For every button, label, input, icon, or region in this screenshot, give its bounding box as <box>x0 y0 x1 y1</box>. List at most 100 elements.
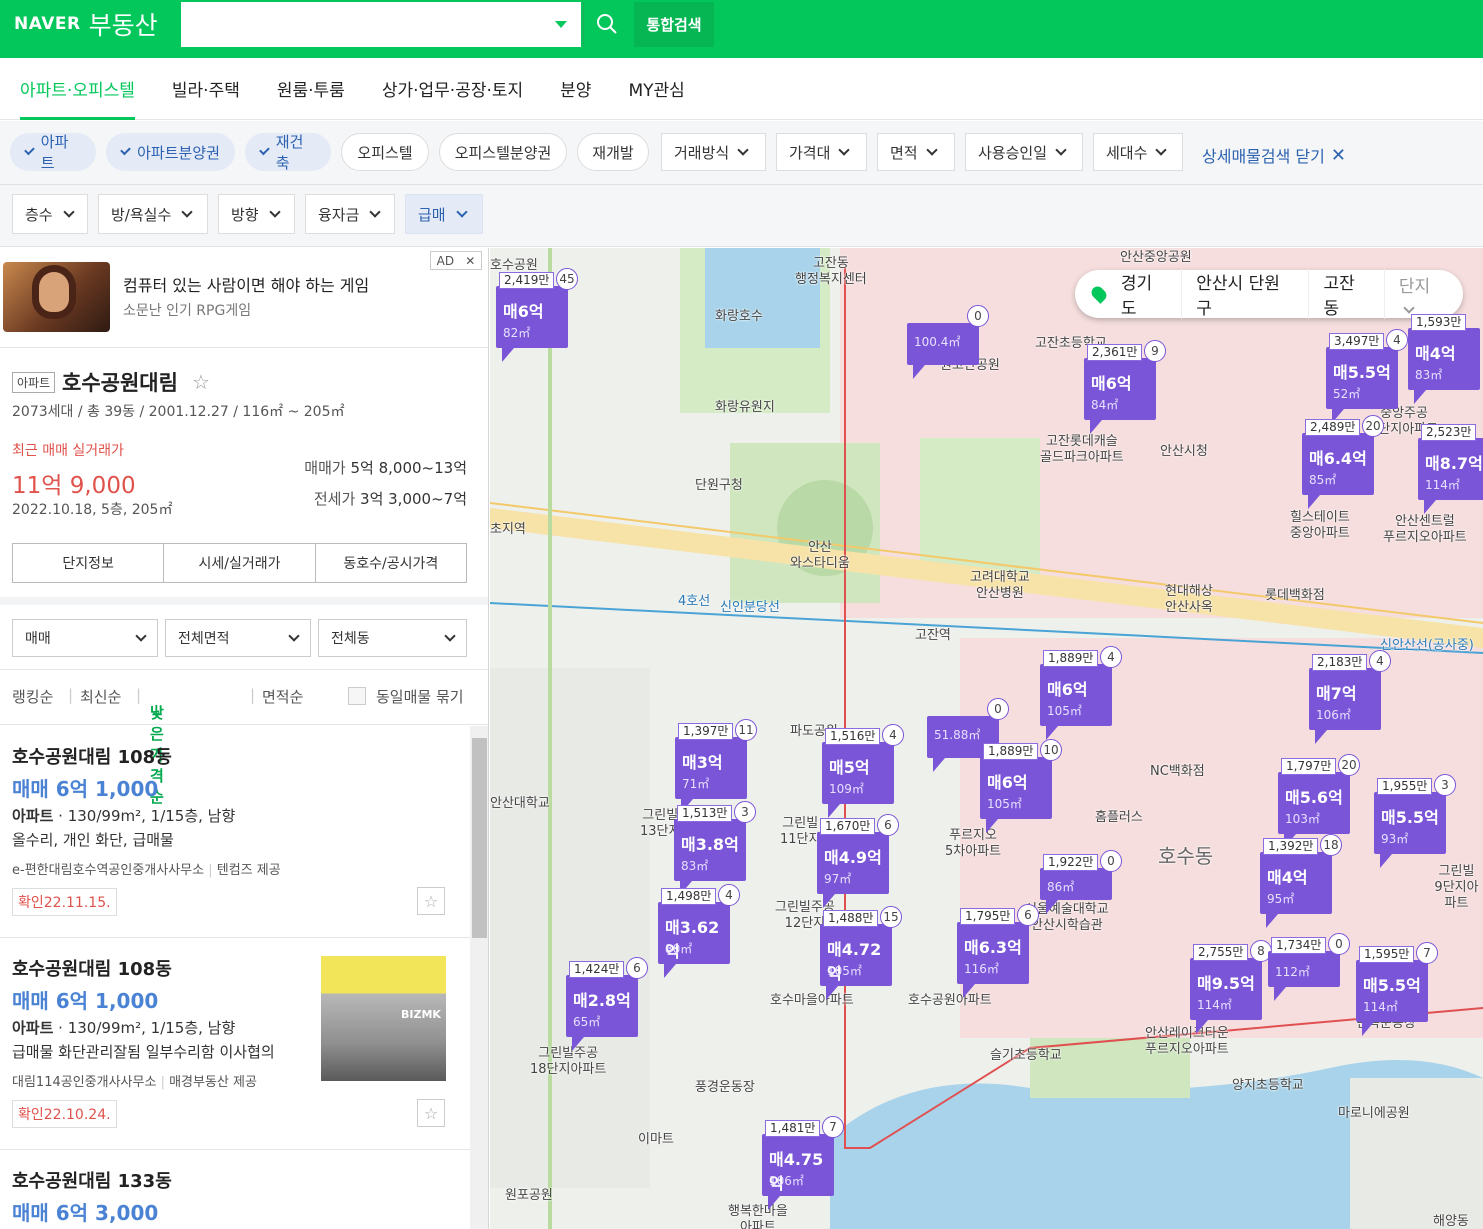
chevron-down-icon <box>268 205 281 218</box>
price-marker[interactable]: 1,889만 매6억 105㎡ 4 <box>1040 646 1122 740</box>
price-marker[interactable]: 1,593만 매4억 83㎡ <box>1408 314 1480 404</box>
map-place-label: 슬기초등학교 <box>990 1048 1062 1063</box>
price-marker[interactable]: 1,670만 매4.9억 97㎡ 6 <box>817 814 899 908</box>
scrollbar-thumb[interactable] <box>472 738 487 938</box>
select-dong[interactable]: 전체동 <box>318 619 467 657</box>
tab-complex-info[interactable]: 단지정보 <box>13 544 165 582</box>
close-detail-search-button[interactable]: 상세매물검색 닫기 ✕ <box>1202 143 1346 167</box>
sort-ranking[interactable]: 랭킹순 <box>12 686 53 707</box>
marker-count: 3 <box>734 801 756 823</box>
dropdown-trade-type[interactable]: 거래방식 <box>661 133 766 171</box>
chip-apartment[interactable]: 아파트 <box>10 133 96 172</box>
marker-price: 매5.5억 <box>1333 363 1391 382</box>
price-marker[interactable]: 1,392만 매4억 95㎡ 18 <box>1260 834 1342 928</box>
price-marker[interactable]: 2,183만 매7억 106㎡ 4 <box>1309 650 1391 744</box>
marker-area: 65㎡ <box>573 1015 601 1029</box>
listing-spec: 아파트 · 130/99m², 1/15층, 남향 <box>12 807 236 825</box>
marker-price: 매7억 <box>1316 684 1357 703</box>
map-view[interactable]: 경기도 안산시 단원구 고잔동 단지 호수공원 고잔동 행정복지센터 안산중앙공원… <box>490 248 1483 1229</box>
listing-photo[interactable]: BIZMK <box>321 956 446 1081</box>
chip-reconstruction[interactable]: 재건축 <box>245 133 331 172</box>
price-marker[interactable]: 1,481만 매4.75억 106㎡ 7 <box>762 1116 844 1210</box>
dropdown-floor[interactable]: 층수 <box>12 194 88 234</box>
chip-apartment-presale-right[interactable]: 아파트분양권 <box>106 133 235 171</box>
dropdown-rooms[interactable]: 방/욕실수 <box>98 194 208 234</box>
price-marker[interactable]: 1,922만 86㎡ 0 <box>1040 850 1122 914</box>
search-input[interactable] <box>181 2 581 47</box>
marker-count: 4 <box>1369 650 1391 672</box>
chip-officetel-presale-right[interactable]: 오피스텔분양권 <box>439 133 567 171</box>
dropdown-urgent-sale[interactable]: 급매 <box>405 194 483 234</box>
close-icon[interactable]: ✕ <box>465 254 475 268</box>
location-province[interactable]: 경기도 <box>1107 269 1183 319</box>
favorite-star-icon[interactable]: ☆ <box>417 887 445 915</box>
price-marker[interactable]: 100.4㎡ 0 <box>907 305 989 379</box>
tab-apartment-officetel[interactable]: 아파트·오피스텔 <box>20 58 135 120</box>
tab-market-price[interactable]: 시세/실거래가 <box>164 544 316 582</box>
price-marker[interactable]: 1,955만 매5.5억 93㎡ 3 <box>1374 774 1456 868</box>
price-marker[interactable]: 1,488만 매4.72억 105㎡ 15 <box>820 906 902 1000</box>
listing-desc: 급매물 화단관리잘됨 일부수리함 이사협의 <box>12 1043 275 1061</box>
dropdown-area[interactable]: 면적 <box>877 133 955 171</box>
map-place-label: 안산센트럴 푸르지오아파트 <box>1383 514 1467 545</box>
chip-redevelopment[interactable]: 재개발 <box>577 133 649 171</box>
list-item[interactable]: 호수공원대림 108동 매매 6억 1,000 아파트 · 130/99m², … <box>0 726 470 938</box>
price-marker[interactable]: 1,424만 매2.8억 65㎡ 6 <box>566 957 648 1051</box>
price-marker[interactable]: 2,419만 매6억 82㎡ 45 <box>496 268 578 362</box>
tab-presale[interactable]: 분양 <box>560 58 591 120</box>
dropdown-loan[interactable]: 융자금 <box>305 194 395 234</box>
price-marker[interactable]: 2,361만 매6억 84㎡ 9 <box>1084 340 1166 434</box>
chevron-down-icon <box>369 205 382 218</box>
search-button[interactable] <box>583 2 629 47</box>
tab-oneroom[interactable]: 원룸·투룸 <box>277 58 345 120</box>
price-marker[interactable]: 1,516만 매5억 109㎡ 4 <box>822 724 904 818</box>
total-search-button[interactable]: 통합검색 <box>634 2 714 47</box>
close-icon: ✕ <box>1330 144 1346 166</box>
price-marker[interactable]: 2,523만 매8.7억 114㎡ <box>1418 424 1483 514</box>
location-city[interactable]: 안산시 단원구 <box>1182 269 1310 319</box>
ad-badge[interactable]: AD ✕ <box>430 251 482 270</box>
chip-officetel[interactable]: 오피스텔 <box>341 133 429 171</box>
dropdown-price[interactable]: 가격대 <box>776 133 867 171</box>
logo[interactable]: NAVER 부동산 <box>14 8 158 40</box>
listing-agent: e-편한대림호수역공인중개사사무소 | 텐컴즈 제공 <box>12 863 281 878</box>
subway-line-label: 신안산선(공사중) <box>1380 638 1474 653</box>
list-item[interactable]: 호수공원대림 108동 매매 6억 1,000 아파트 · 130/99m², … <box>0 938 470 1150</box>
marker-unit-price: 2,419만 <box>499 272 555 289</box>
select-area[interactable]: 전체면적 <box>165 619 311 657</box>
price-marker[interactable]: 1,513만 매3.8억 83㎡ 3 <box>674 801 756 895</box>
location-dong[interactable]: 고잔동 <box>1309 269 1385 319</box>
price-marker[interactable]: 1,397만 매3억 71㎡ 11 <box>675 719 757 813</box>
tab-villa-house[interactable]: 빌라·주택 <box>172 58 240 120</box>
tab-unit-public-price[interactable]: 동호수/공시가격 <box>316 544 466 582</box>
dropdown-approval-date[interactable]: 사용승인일 <box>965 133 1083 171</box>
same-listing-checkbox[interactable] <box>348 687 366 705</box>
price-marker[interactable]: 1,889만 매6억 105㎡ 10 <box>980 739 1062 833</box>
price-marker[interactable]: 2,755만 매9.5억 114㎡ 8 <box>1190 940 1272 1034</box>
tab-commercial[interactable]: 상가·업무·공장·토지 <box>382 58 523 120</box>
ad-label: AD <box>436 253 455 268</box>
price-marker[interactable]: 1,595만 매5.5억 114㎡ 7 <box>1356 942 1438 1036</box>
same-listing-label: 동일매물 묶기 <box>376 688 464 706</box>
price-marker[interactable]: 1,498만 매3.62억 80㎡ 4 <box>658 884 740 978</box>
chevron-down-icon <box>455 205 468 218</box>
favorite-star-icon[interactable]: ☆ <box>417 1099 445 1127</box>
dropdown-households[interactable]: 세대수 <box>1093 133 1183 171</box>
location-complex[interactable]: 단지 <box>1385 272 1463 317</box>
select-trade[interactable]: 매매 <box>12 619 158 657</box>
tab-my-interest[interactable]: MY관심 <box>628 58 684 120</box>
sort-area[interactable]: 면적순 <box>262 686 303 707</box>
list-item[interactable]: 호수공원대림 133동 매매 6억 3,000 <box>0 1150 470 1229</box>
price-marker[interactable]: 2,489만 매6.4억 85㎡ 20 <box>1302 415 1384 509</box>
favorite-star-icon[interactable]: ☆ <box>192 370 210 394</box>
ad-banner[interactable]: 컴퓨터 있는 사람이면 해야 하는 게임 소문난 인기 RPG게임 AD ✕ <box>0 248 488 348</box>
recent-trade-price: 11억 9,000 <box>12 473 136 499</box>
price-marker[interactable]: 1,795만 매6.3억 116㎡ 6 <box>957 904 1039 998</box>
sort-latest[interactable]: 최신순 <box>80 686 121 707</box>
price-marker[interactable]: 3,497만 매5.5억 52㎡ 4 <box>1326 329 1408 423</box>
price-marker[interactable]: 1,797만 매5.6억 103㎡ 20 <box>1278 754 1360 848</box>
price-marker[interactable]: 1,734만 112㎡ 0 <box>1268 933 1350 1001</box>
dropdown-direction[interactable]: 방향 <box>218 194 295 234</box>
search-dropdown-icon[interactable] <box>555 21 567 28</box>
marker-count: 3 <box>1434 774 1456 796</box>
